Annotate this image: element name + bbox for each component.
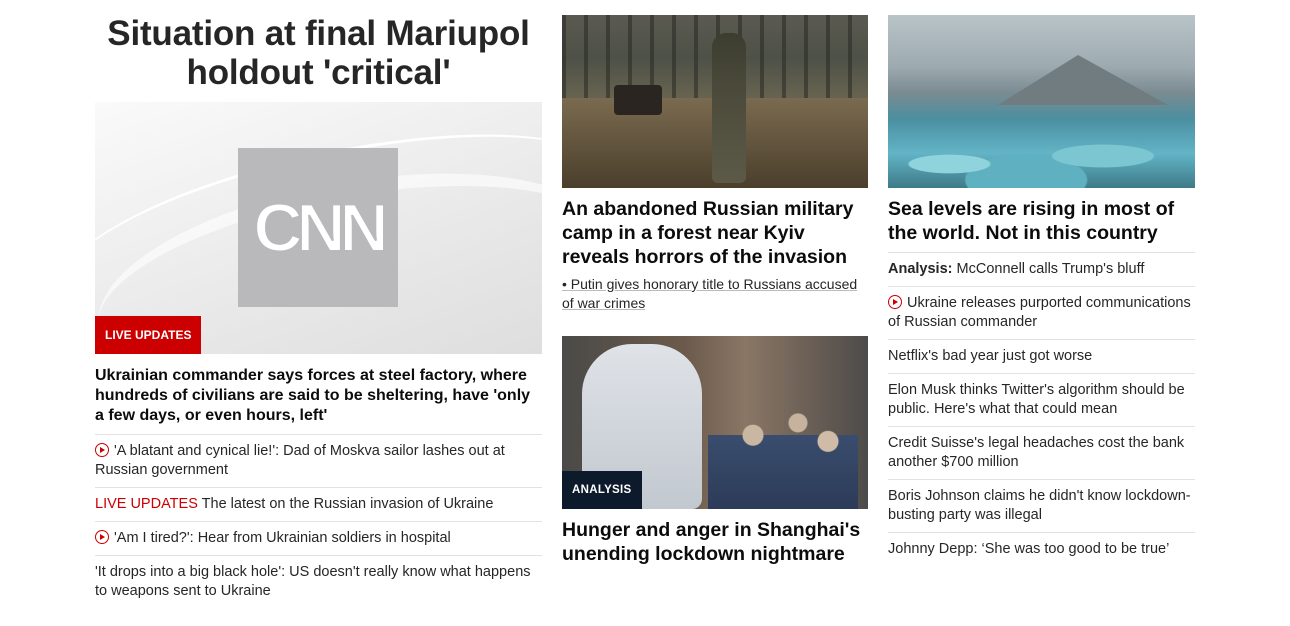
analysis-prefix: Analysis: (888, 261, 953, 277)
live-updates-tag: LIVE UPDATES (95, 496, 198, 512)
analysis-badge[interactable]: ANALYSIS (562, 471, 642, 509)
middle-stories-column: An abandoned Russian military camp in a … (562, 0, 868, 566)
lead-related-links: 'A blatant and cynical lie!': Dad of Mos… (95, 434, 542, 608)
war-crimes-bullet-link[interactable]: • Putin gives honorary title to Russians… (562, 275, 868, 313)
headline-link[interactable]: Credit Suisse's legal headaches cost the… (888, 426, 1195, 479)
shanghai-lockdown-image[interactable]: ANALYSIS (562, 336, 868, 509)
sea-level-ice-image[interactable] (888, 15, 1195, 188)
bunker-entrance (614, 85, 662, 115)
related-link-text: The latest on the Russian invasion of Uk… (197, 496, 494, 512)
lead-hero-image[interactable]: CNN LIVE UPDATES (95, 102, 542, 354)
live-updates-badge[interactable]: LIVE UPDATES (95, 316, 202, 354)
cnn-logo-placeholder: CNN (238, 148, 398, 307)
related-link-text: 'A blatant and cynical lie!': Dad of Mos… (95, 443, 505, 478)
headline-link[interactable]: Analysis: McConnell calls Trump's bluff (888, 252, 1195, 286)
shanghai-headline[interactable]: Hunger and anger in Shanghai's unending … (562, 518, 868, 566)
play-video-icon (95, 530, 109, 544)
lead-sub-headline[interactable]: Ukrainian commander says forces at steel… (95, 366, 542, 426)
headline-link-text: Boris Johnson claims he didn't know lock… (888, 488, 1191, 523)
headline-link-text: McConnell calls Trump's bluff (952, 261, 1145, 277)
headline-link[interactable]: Ukraine releases purported communication… (888, 286, 1195, 339)
cnn-logo: CNN (252, 189, 389, 267)
headline-link-text: Netflix's bad year just got worse (888, 348, 1093, 364)
right-stories-column: Sea levels are rising in most of the wor… (888, 0, 1195, 566)
headline-link[interactable]: Elon Musk thinks Twitter's algorithm sho… (888, 373, 1195, 426)
right-headline-list: Analysis: McConnell calls Trump's bluff … (888, 252, 1195, 566)
sea-levels-headline[interactable]: Sea levels are rising in most of the wor… (888, 197, 1195, 245)
lead-story-column: Situation at final Mariupol holdout 'cri… (95, 0, 542, 608)
related-link[interactable]: LIVE UPDATES The latest on the Russian i… (95, 487, 542, 521)
headline-link-text: Ukraine releases purported communication… (888, 295, 1191, 330)
related-link-text: 'Am I tired?': Hear from Ukrainian soldi… (114, 530, 451, 546)
headline-link[interactable]: Netflix's bad year just got worse (888, 339, 1195, 373)
headline-link-text: Credit Suisse's legal headaches cost the… (888, 435, 1185, 470)
military-camp-image[interactable] (562, 15, 868, 188)
soldier-figure (712, 33, 746, 183)
military-camp-headline[interactable]: An abandoned Russian military camp in a … (562, 197, 868, 269)
related-link[interactable]: 'Am I tired?': Hear from Ukrainian soldi… (95, 521, 542, 555)
lead-headline[interactable]: Situation at final Mariupol holdout 'cri… (95, 14, 542, 92)
masked-crowd (708, 386, 858, 509)
related-link[interactable]: 'It drops into a big black hole': US doe… (95, 555, 542, 608)
play-video-icon (888, 295, 902, 309)
headline-link-text: Johnny Depp: ‘She was too good to be tru… (888, 541, 1170, 557)
related-link[interactable]: 'A blatant and cynical lie!': Dad of Mos… (95, 434, 542, 487)
play-video-icon (95, 443, 109, 457)
distant-mountain (998, 55, 1168, 105)
headline-link-text: Elon Musk thinks Twitter's algorithm sho… (888, 382, 1185, 417)
related-link-text: 'It drops into a big black hole': US doe… (95, 564, 531, 599)
ice-floes (888, 108, 1195, 188)
headline-link[interactable]: Boris Johnson claims he didn't know lock… (888, 479, 1195, 532)
headline-link[interactable]: Johnny Depp: ‘She was too good to be tru… (888, 532, 1195, 566)
